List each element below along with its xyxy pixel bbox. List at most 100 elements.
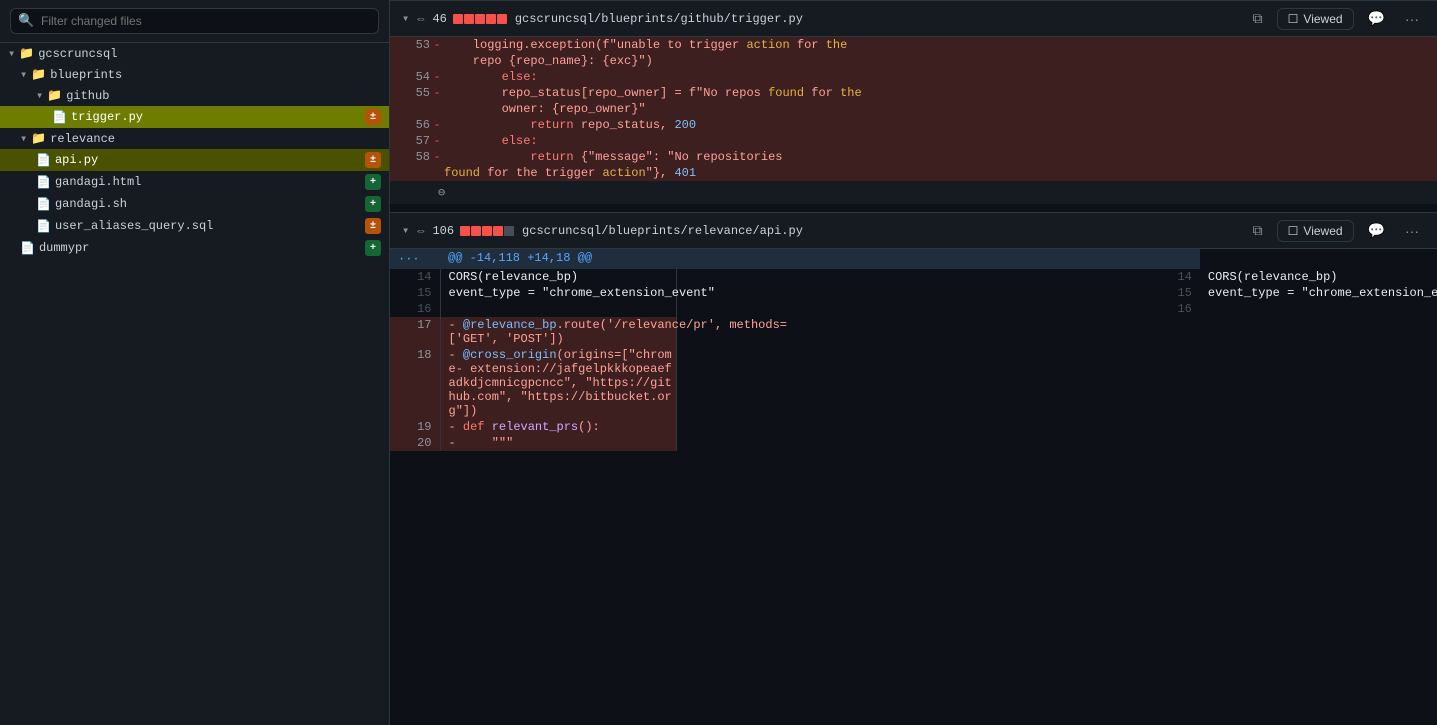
tree-file-gandagi-sh[interactable]: 📄 gandagi.sh + — [0, 193, 389, 215]
expand-icon[interactable]: ⇔ — [417, 12, 424, 26]
line-number — [390, 53, 430, 69]
file2-change-count: 106 — [432, 224, 454, 238]
line-content: repo_status[repo_owner] = f"No repos fou… — [444, 85, 1437, 101]
table-row: 57 - else: — [390, 133, 1437, 149]
table-row: 54 - else: — [390, 69, 1437, 85]
diff-badge-gandagi-sh: + — [365, 196, 381, 212]
tree-file-api-py[interactable]: 📄 api.py ± — [0, 149, 389, 171]
line-content-right-empty — [1200, 317, 1437, 347]
tree-file-trigger-py[interactable]: 📄 trigger.py ± — [0, 106, 389, 128]
table-row-expand: ··· @@ -14,118 +14,18 @@ — [390, 249, 1437, 269]
filter-input[interactable] — [10, 8, 379, 34]
line-num-left-removed: 19 — [390, 419, 440, 435]
tree-file-dummypr[interactable]: 📄 dummypr + — [0, 237, 389, 259]
diff-blocks — [453, 14, 507, 24]
line-sign: - — [430, 85, 444, 101]
tree-file-user-aliases[interactable]: 📄 user_aliases_query.sql ± — [0, 215, 389, 237]
file-icon: 📄 — [36, 175, 51, 190]
chevron-down-icon[interactable]: ▾ — [402, 11, 409, 26]
file2-viewed-button[interactable]: ☐ Viewed — [1277, 220, 1354, 242]
table-row: 17 - @relevance_bp.route('/relevance/pr'… — [390, 317, 1437, 347]
line-number: 57 — [390, 133, 430, 149]
file2-diff-table: ··· @@ -14,118 +14,18 @@ 14 CORS(relevan… — [390, 249, 1437, 451]
file1-more-button[interactable]: ··· — [1399, 8, 1425, 30]
file2-copy-button[interactable]: ⧉ — [1247, 219, 1269, 242]
line-num-left: 15 — [390, 285, 440, 301]
line-content-right-empty3 — [1200, 419, 1437, 435]
diff-block-red3 — [475, 14, 485, 24]
table-row: 55 - repo_status[repo_owner] = f"No repo… — [390, 85, 1437, 101]
table-row: 58 - return {"message": "No repositories — [390, 149, 1437, 165]
folder-icon: 📁 — [19, 46, 34, 61]
folder-icon: 📁 — [47, 88, 62, 103]
checkbox-icon2: ☐ — [1288, 224, 1299, 238]
line-content-removed-19: - def relevant_prs(): — [440, 419, 677, 435]
table-row: found for the trigger action"}, 401 — [390, 165, 1437, 181]
expand-dots-cell[interactable]: ··· — [390, 249, 440, 269]
collapse-control[interactable]: ⊖ — [430, 181, 1437, 204]
line-content-right — [1200, 301, 1437, 317]
line-sign: - — [430, 37, 444, 53]
table-row: 56 - return repo_status, 200 — [390, 117, 1437, 133]
line-num-right: 14 — [677, 269, 1200, 285]
line-content: logging.exception(f"unable to trigger ac… — [444, 37, 1437, 53]
table-row: 20 - """ — [390, 435, 1437, 451]
diff-block-red5 — [497, 14, 507, 24]
line-num-left: 14 — [390, 269, 440, 285]
diff-badge-trigger: ± — [365, 109, 381, 125]
tree-folder-github[interactable]: ▾ 📁 github — [0, 85, 389, 106]
line-content-removed: - @relevance_bp.route('/relevance/pr', m… — [440, 317, 677, 347]
file2-comment-button[interactable]: 💬 — [1362, 219, 1391, 242]
line-content-right: event_type = "chrome_extension_event" — [1200, 285, 1437, 301]
file-divider — [390, 204, 1437, 212]
tree-folder-gcscruncsql[interactable]: ▾ 📁 gcscruncsql — [0, 43, 389, 64]
hunk-right — [677, 249, 1200, 269]
line-content-removed-20: - """ — [440, 435, 677, 451]
line-sign — [430, 101, 444, 117]
file1-viewed-button[interactable]: ☐ Viewed — [1277, 8, 1354, 30]
diff-badge-user-aliases: ± — [365, 218, 381, 234]
file1-comment-button[interactable]: 💬 — [1362, 7, 1391, 30]
table-row: owner: {repo_owner}" — [390, 101, 1437, 117]
table-row: 16 16 — [390, 301, 1437, 317]
folder-icon: 📁 — [31, 131, 46, 146]
tree-folder-relevance[interactable]: ▾ 📁 relevance — [0, 128, 389, 149]
line-num-right: 15 — [677, 285, 1200, 301]
line-content: found for the trigger action"}, 401 — [444, 165, 1437, 181]
line-sign — [430, 165, 444, 181]
line-sign: - — [430, 69, 444, 85]
line-num-right-empty2 — [677, 347, 1200, 419]
table-row: 19 - def relevant_prs(): — [390, 419, 1437, 435]
file-icon: 📄 — [36, 197, 51, 212]
diff-block2-red2 — [471, 226, 481, 236]
file2-more-button[interactable]: ··· — [1399, 220, 1425, 242]
diff-badge-api: ± — [365, 152, 381, 168]
diff-badge-gandagi-html: + — [365, 174, 381, 190]
expand-icon[interactable]: ⇔ — [417, 224, 424, 238]
diff-block-red2 — [464, 14, 474, 24]
tree-file-gandagi-html[interactable]: 📄 gandagi.html + — [0, 171, 389, 193]
tree-folder-blueprints[interactable]: ▾ 📁 blueprints — [0, 64, 389, 85]
minus-icon: ⊖ — [438, 186, 445, 200]
search-icon: 🔍 — [18, 14, 34, 29]
file1-diff-stat: 46 — [432, 12, 506, 26]
diff-block2-red4 — [493, 226, 503, 236]
chevron-down-icon[interactable]: ▾ — [402, 223, 409, 238]
line-content: return repo_status, 200 — [444, 117, 1437, 133]
line-content-left — [440, 301, 677, 317]
line-num-left-removed: 17 — [390, 317, 440, 347]
line-sign — [430, 53, 444, 69]
file-icon: 📄 — [36, 153, 51, 168]
file1-header: ▾ ⇔ 46 gcscruncsql/blueprints/github/tri… — [390, 0, 1437, 37]
diff-blocks2 — [460, 226, 514, 236]
line-number: 53 — [390, 37, 430, 53]
file1-copy-button[interactable]: ⧉ — [1247, 7, 1269, 30]
file2-diff-stat: 106 — [432, 224, 514, 238]
table-row: 53 - logging.exception(f"unable to trigg… — [390, 37, 1437, 53]
table-row: 18 - @cross_origin(origins=["chrome- ext… — [390, 347, 1437, 419]
line-number — [390, 165, 430, 181]
table-row: 15 event_type = "chrome_extension_event"… — [390, 285, 1437, 301]
file-tree-sidebar: 🔍 ▾ 📁 gcscruncsql ▾ 📁 blueprints ▾ 📁 git… — [0, 0, 390, 725]
line-content-right: CORS(relevance_bp) — [1200, 269, 1437, 285]
file-icon: 📄 — [20, 241, 35, 256]
